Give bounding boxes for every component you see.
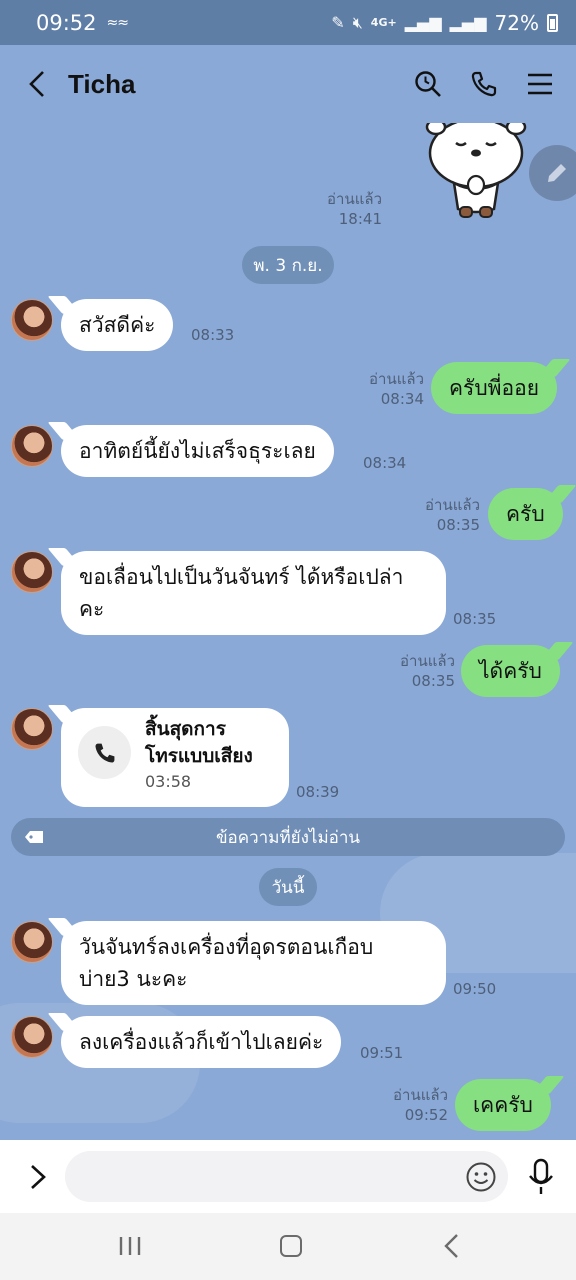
pen-icon: ✎ (331, 13, 345, 32)
call-duration: 03:58 (145, 772, 192, 791)
message-time: 08:35 (453, 610, 497, 628)
message-line: ขอเลื่อนไปเป็นวันจันทร์ ได้หรือเปล่า (79, 565, 404, 589)
message-meta: อ่านแล้ว 08:34 (340, 369, 424, 409)
call-title-line: สิ้นสุดการ (145, 718, 226, 740)
incoming-message[interactable]: สวัสดีค่ะ (61, 299, 174, 351)
avatar[interactable] (11, 1016, 53, 1058)
message-meta: อ่านแล้ว 08:35 (372, 651, 455, 691)
header-actions (414, 70, 554, 98)
incoming-message[interactable]: วันจันทร์ลงเครื่องที่อุดรตอนเกือบ บ่าย3 … (61, 921, 446, 1005)
unread-messages-banner[interactable]: ข้อความที่ยังไม่อ่าน (11, 818, 565, 856)
date-separator: วันนี้ (259, 868, 317, 906)
status-icons: ✎ 🔇︎ 4G+ ▂▄▆ ▂▄▆ 72% (331, 11, 558, 35)
incoming-message[interactable]: ขอเลื่อนไปเป็นวันจันทร์ ได้หรือเปล่า คะ (61, 551, 446, 635)
date-separator: พ. 3 ก.ย. (242, 246, 334, 284)
network-type-icon: 4G+ (370, 16, 397, 29)
emoji-icon[interactable] (465, 1161, 497, 1193)
outgoing-message[interactable]: ครับพี่ออย (431, 362, 558, 414)
avatar[interactable] (11, 551, 53, 593)
call-icon[interactable] (470, 70, 498, 98)
message-line: บ่าย3 นะคะ (79, 967, 188, 991)
message-time: 08:35 (411, 672, 455, 690)
status-time: 09:52 (36, 10, 97, 35)
message-time: 18:41 (338, 210, 382, 228)
compose-fab[interactable] (529, 145, 576, 201)
message-line: คะ (79, 597, 105, 621)
home-icon[interactable] (280, 1235, 302, 1257)
incoming-message[interactable]: อาทิตย์นี้ยังไม่เสร็จธุระเลย (61, 425, 334, 477)
phone-icon (95, 743, 114, 763)
message-time: 09:50 (453, 980, 497, 998)
chat-area[interactable]: อ่านแล้ว 18:41 พ. 3 ก.ย. สวัสดีค่ะ 08:33… (0, 123, 576, 1140)
call-ended-card[interactable]: สิ้นสุดการ โทรแบบเสียง 03:58 (61, 708, 289, 807)
outgoing-message[interactable]: ได้ครับ (461, 645, 560, 697)
unread-banner-text: ข้อความที่ยังไม่อ่าน (215, 827, 361, 848)
message-meta: อ่านแล้ว 08:35 (398, 495, 480, 535)
message-input[interactable] (65, 1151, 508, 1202)
chevron-right-icon[interactable] (26, 1162, 50, 1192)
outgoing-message[interactable]: เคครับ (455, 1079, 551, 1131)
avatar[interactable] (11, 425, 53, 467)
read-receipt: อ่านแล้ว (327, 190, 382, 208)
avatar[interactable] (11, 299, 53, 341)
search-history-icon[interactable] (414, 70, 442, 98)
battery-percent: 72% (494, 10, 539, 35)
battery-icon (547, 13, 558, 32)
mute-icon: 🔇︎ (352, 12, 363, 32)
message-time: 08:39 (296, 783, 340, 801)
outgoing-message[interactable]: ครับ (488, 488, 563, 540)
read-receipt: อ่านแล้ว (400, 652, 455, 670)
message-time: 08:35 (436, 516, 480, 534)
menu-icon[interactable] (526, 70, 554, 98)
pencil-icon (548, 164, 566, 182)
call-title-line: โทรแบบเสียง (145, 745, 253, 767)
message-meta: อ่านแล้ว 18:41 (300, 189, 382, 229)
message-time: 08:33 (191, 326, 235, 344)
tag-icon (25, 831, 43, 843)
avatar[interactable] (11, 708, 53, 750)
system-nav-bar (0, 1213, 576, 1280)
incoming-message[interactable]: ลงเครื่องแล้วก็เข้าไปเลยค่ะ (61, 1016, 342, 1068)
message-time: 09:51 (360, 1044, 404, 1062)
call-title: สิ้นสุดการ โทรแบบเสียง (145, 716, 253, 770)
recents-icon[interactable] (118, 1235, 142, 1257)
chat-header: Ticha (0, 45, 576, 123)
signal-icon-2: ▂▄▆ (449, 13, 487, 32)
message-time: 08:34 (363, 454, 407, 472)
signal-icon: ▂▄▆ (404, 13, 442, 32)
message-time: 09:52 (404, 1106, 448, 1124)
bear-sticker[interactable] (424, 123, 528, 223)
message-time: 08:34 (380, 390, 424, 408)
message-meta: อ่านแล้ว 09:52 (364, 1085, 448, 1125)
status-bar: 09:52 ≈≈ ✎ 🔇︎ 4G+ ▂▄▆ ▂▄▆ 72% (0, 0, 576, 45)
back-icon[interactable] (24, 71, 50, 97)
mic-icon[interactable] (527, 1158, 555, 1196)
message-input-bar (0, 1140, 576, 1213)
read-receipt: อ่านแล้ว (393, 1086, 448, 1104)
system-back-icon[interactable] (442, 1233, 462, 1259)
read-receipt: อ่านแล้ว (425, 496, 480, 514)
data-saver-icon: ≈≈ (106, 14, 129, 31)
avatar[interactable] (11, 921, 53, 963)
chat-title[interactable]: Ticha (68, 69, 135, 100)
message-line: วันจันทร์ลงเครื่องที่อุดรตอนเกือบ (79, 935, 374, 959)
call-icon-circle (78, 726, 131, 779)
read-receipt: อ่านแล้ว (369, 370, 424, 388)
